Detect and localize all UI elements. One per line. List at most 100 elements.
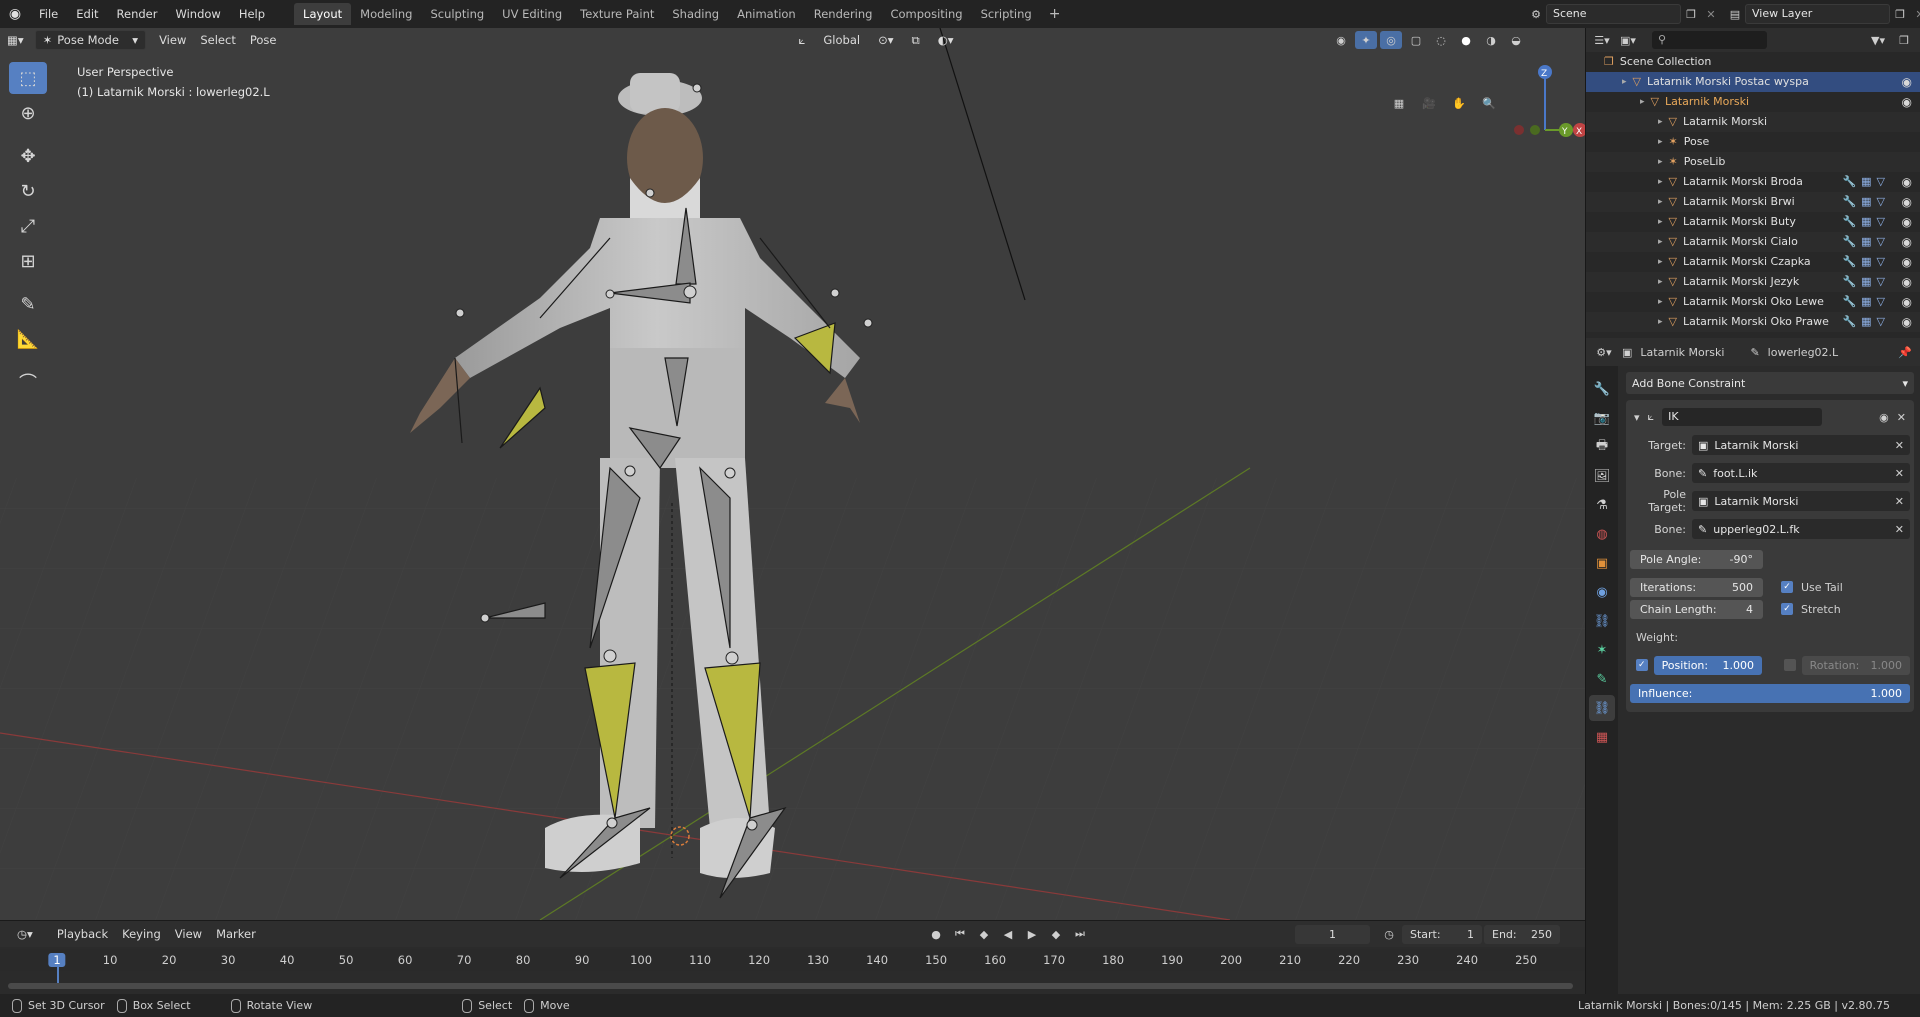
3d-viewport[interactable]: ▦▾ ✶ Pose Mode ▾ View Select Pose ⟀ Global… [0,28,1585,920]
end-frame-field[interactable]: End: 250 [1484,924,1560,944]
prev-keyframe-icon[interactable]: ◆ [973,925,995,943]
object-tab-icon[interactable]: ▣ [1589,550,1615,576]
outliner-row[interactable]: ▸ ▽ Latarnik Morski Oko Lewe 🔧▦▽ ◉ [1586,292,1920,312]
eye-icon[interactable]: ◉ [1902,212,1912,232]
current-frame-field[interactable]: 1 [1295,924,1370,944]
context-object[interactable]: Latarnik Morski [1640,346,1724,359]
position-checkbox[interactable]: ✓ [1636,659,1648,671]
solid-shading-icon[interactable]: ● [1455,31,1477,49]
influence-slider[interactable]: Influence: 1.000 [1630,683,1910,703]
physics-tab-icon[interactable]: ◉ [1589,579,1615,605]
timeline-panel[interactable]: ◷▾ Playback Keying View Marker ● ⏮ ◆ ◀ ▶ ◆ … [0,920,1585,994]
menu-file[interactable]: File [30,0,67,28]
tab-texture-paint[interactable]: Texture Paint [571,3,663,25]
constraint-delete-icon[interactable]: ✕ [1897,411,1906,424]
xray-icon[interactable]: ▢ [1405,31,1427,49]
visibility-icon[interactable]: ◉ [1330,31,1352,49]
cursor-tool-icon[interactable]: ⊕ [9,97,47,129]
position-slider[interactable]: Position: 1.000 [1653,655,1762,675]
move-tool-icon[interactable]: ✥ [9,140,47,172]
play-icon[interactable]: ▶ [1021,925,1043,943]
expand-arrow-icon[interactable]: ▸ [1658,252,1663,272]
eye-icon[interactable]: ◉ [1902,252,1912,272]
pole-target-field[interactable]: ▣ Latarnik Morski ✕ [1692,491,1910,511]
toggle-camera-view-icon[interactable]: ▦ [1388,94,1410,112]
output-tab-icon[interactable]: 🖶 [1589,434,1615,460]
use-tail-checkbox[interactable]: ✓ [1781,581,1793,593]
tab-shading[interactable]: Shading [663,3,728,25]
scene-selector[interactable]: ⚙ Scene ❐ ✕ [1526,3,1721,25]
collapse-arrow-icon[interactable]: ▾ [1634,411,1640,424]
outliner-row[interactable]: ▸ ▽ Latarnik Morski Postac wyspa ◉ [1586,72,1920,92]
add-bone-constraint-dropdown[interactable]: Add Bone Constraint ▾ [1626,372,1914,394]
bone-tab-icon[interactable]: ✎ [1589,666,1615,692]
texture-tab-icon[interactable]: ▦ [1589,724,1615,750]
menu-help[interactable]: Help [230,0,274,28]
timeline-menu-view[interactable]: View [168,924,209,944]
clear-icon[interactable]: ✕ [1895,439,1904,452]
expand-arrow-icon[interactable]: ▸ [1658,312,1663,332]
editor-type-button[interactable]: ▦▾ [0,30,31,50]
timeline-editor-icon[interactable]: ◷▾ [10,924,40,944]
pan-hand-icon[interactable]: ✋ [1448,94,1470,112]
tab-compositing[interactable]: Compositing [881,3,971,25]
timeline-menu-marker[interactable]: Marker [209,924,263,944]
timeline-scrollbar[interactable] [8,983,1573,989]
expand-arrow-icon[interactable]: ▸ [1658,212,1663,232]
axis-gizmo-icon[interactable]: Z X Y [1498,62,1585,152]
tab-sculpting[interactable]: Sculpting [421,3,493,25]
mode-dropdown[interactable]: ✶ Pose Mode ▾ [34,30,147,50]
armature-data-tab-icon[interactable]: ✶ [1589,637,1615,663]
clear-icon[interactable]: ✕ [1895,523,1904,536]
display-mode-icon[interactable]: ▣▾ [1618,30,1638,50]
viewport-menu-view[interactable]: View [152,30,193,50]
tab-modeling[interactable]: Modeling [351,3,421,25]
outliner-search-input[interactable]: ⚲ [1652,31,1767,49]
expand-arrow-icon[interactable]: ▸ [1658,272,1663,292]
expand-arrow-icon[interactable]: ▸ [1658,132,1663,152]
timeline-menu-playback[interactable]: Playback [50,924,115,944]
outliner-row[interactable]: ❐ Scene Collection [1586,52,1920,72]
outliner-panel[interactable]: ☰▾ ▣▾ ⚲ ▼▾ ❐ ❐ Scene Collection ▸ ▽ Latarnik… [1585,28,1920,338]
snap-icon[interactable]: ⧉ [904,30,926,50]
outliner-row[interactable]: ▸ ▽ Latarnik Morski [1586,112,1920,132]
rotation-checkbox[interactable] [1784,659,1796,671]
eye-icon[interactable]: ◉ [1902,72,1912,92]
eye-icon[interactable]: ◉ [1902,292,1912,312]
eye-icon[interactable]: ◉ [1902,192,1912,212]
clear-icon[interactable]: ✕ [1895,467,1904,480]
eye-icon[interactable]: ◉ [1902,312,1912,332]
outliner-row[interactable]: ▸ ▽ Latarnik Morski ◉ [1586,92,1920,112]
jump-start-icon[interactable]: ⏮ [949,925,971,943]
outliner-row[interactable]: ▸ ▽ Latarnik Morski Jezyk 🔧▦▽ ◉ [1586,272,1920,292]
record-icon[interactable]: ● [925,925,947,943]
context-bone[interactable]: lowerleg02.L [1768,346,1839,359]
outliner-row[interactable]: ▸ ▽ Latarnik Morski Broda 🔧▦▽ ◉ [1586,172,1920,192]
outliner-row[interactable]: ▸ ✶ PoseLib [1586,152,1920,172]
transform-tool-icon[interactable]: ⊞ [9,245,47,277]
world-tab-icon[interactable]: ◍ [1589,521,1615,547]
properties-panel[interactable]: ⚙▾ ▣ Latarnik Morski ✎ lowerleg02.L 📌 🔧 … [1585,338,1920,994]
camera-icon[interactable]: 🎥 [1418,94,1440,112]
scene-tab-icon[interactable]: ⚗ [1589,492,1615,518]
stopwatch-icon[interactable]: ◷ [1378,925,1400,943]
tab-scripting[interactable]: Scripting [972,3,1041,25]
stretch-checkbox[interactable]: ✓ [1781,603,1793,615]
delete-view-layer-icon[interactable]: ✕ [1910,4,1920,24]
new-collection-icon[interactable]: ❐ [1894,30,1914,50]
tab-layout[interactable]: Layout [294,3,352,25]
zoom-icon[interactable]: 🔍 [1478,94,1500,112]
copy-view-layer-icon[interactable]: ❐ [1890,4,1910,24]
pole-bone-field[interactable]: ✎ upperleg02.L.fk ✕ [1692,519,1910,539]
expand-arrow-icon[interactable]: ▸ [1658,292,1663,312]
clear-icon[interactable]: ✕ [1895,495,1904,508]
chain-length-field[interactable]: Chain Length: 4 [1630,599,1763,619]
blender-logo-icon[interactable]: ◉ [0,0,30,28]
render-tab-icon[interactable]: 📷 [1589,405,1615,431]
outliner-editor-icon[interactable]: ☰▾ [1592,30,1612,50]
object-constraint-tab-icon[interactable]: ⛓ [1589,608,1615,634]
rendered-shading-icon[interactable]: ◒ [1505,31,1527,49]
constraint-name-field[interactable]: IK [1662,408,1823,426]
constraint-visibility-icon[interactable]: ◉ [1879,411,1889,424]
start-frame-field[interactable]: Start: 1 [1402,924,1482,944]
